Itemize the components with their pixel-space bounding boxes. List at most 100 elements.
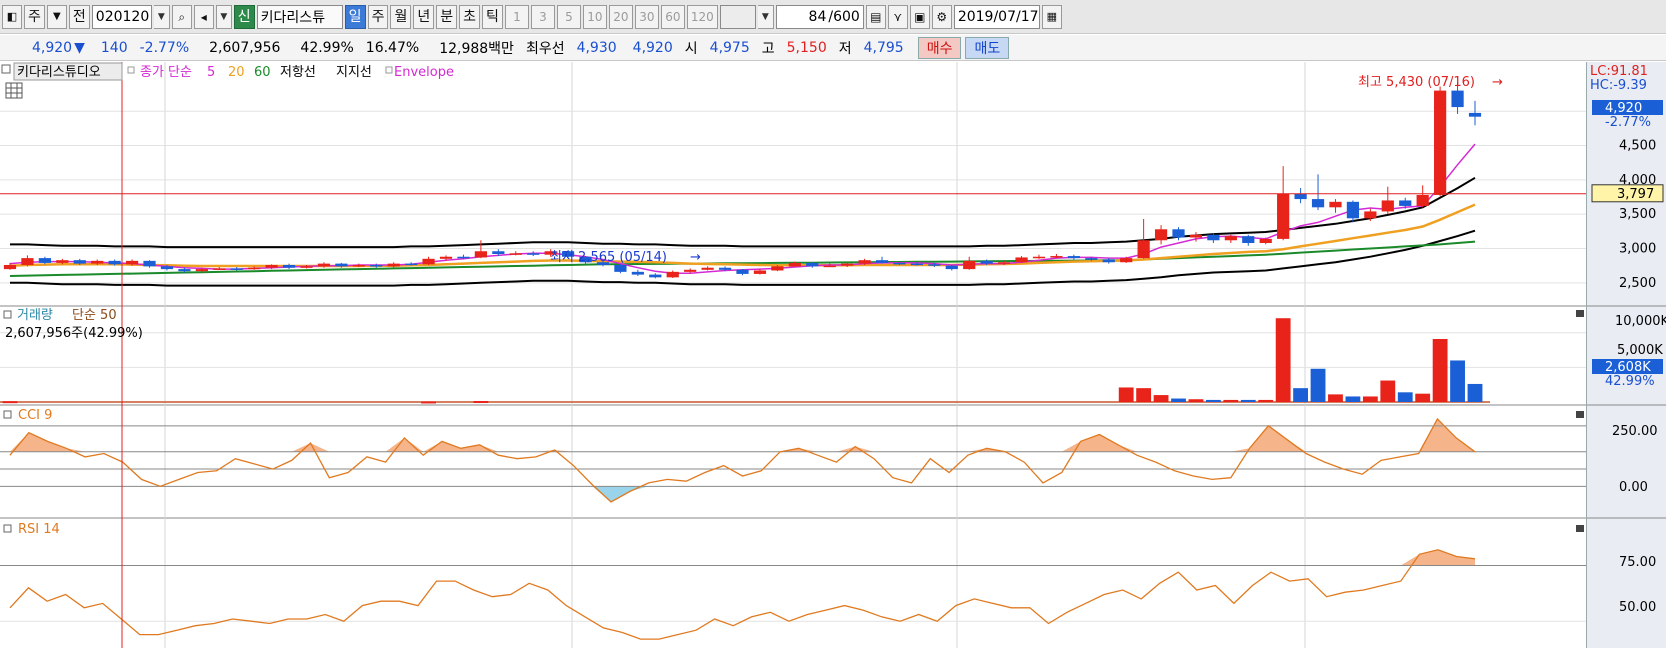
candle-body xyxy=(1434,90,1447,195)
chart-type-icon[interactable]: ▤ xyxy=(865,4,886,29)
save-icon[interactable]: ▣ xyxy=(909,4,930,29)
custom-period-dropdown-icon[interactable]: ▼ xyxy=(757,4,774,29)
volume-bar xyxy=(1293,388,1309,402)
candle-body xyxy=(1311,199,1325,208)
candle-body xyxy=(1154,229,1168,241)
candle-body xyxy=(1242,236,1255,244)
toolbar: ◧ 주 ▼ 전 020120 ▼ ⌕ ◂ ▼ 신 키다리스튜 일 주 월 년 분… xyxy=(0,0,1666,34)
chart-area[interactable]: 키다리스튜디오 종가 단순 5 20 60 저항선 지지선 Envelope 최… xyxy=(0,62,1586,648)
high-arrow-icon: → xyxy=(1492,75,1503,90)
period-tab-day[interactable]: 일 xyxy=(344,4,366,29)
legend-ma5: 5 xyxy=(207,65,215,80)
candle-body xyxy=(230,268,243,270)
volume-bar xyxy=(1328,394,1343,402)
period-tab-month[interactable]: 월 xyxy=(390,4,412,29)
new-stock-tag: 신 xyxy=(233,4,255,29)
current-price: 4,920 xyxy=(32,39,73,56)
chevron-down-icon[interactable]: ▼ xyxy=(46,4,67,29)
candle-body xyxy=(1364,211,1377,219)
candle-body xyxy=(509,253,522,255)
candle-body xyxy=(1224,236,1237,241)
period-tab-second[interactable]: 초 xyxy=(459,4,481,29)
legend-toggle-icon[interactable] xyxy=(127,66,135,74)
period-tab-minute[interactable]: 분 xyxy=(436,4,458,29)
candle-body xyxy=(1085,258,1098,260)
panel-collapse-icon[interactable] xyxy=(1,64,11,74)
lc-value: LC:91.81 xyxy=(1590,64,1648,79)
sound-icon[interactable]: ◂ xyxy=(193,4,214,29)
candle-body xyxy=(1207,234,1220,241)
sell-button[interactable]: 매도 xyxy=(965,36,1010,59)
minute-30-button[interactable]: 30 xyxy=(634,4,659,29)
period-tab-tick[interactable]: 틱 xyxy=(482,4,503,29)
envelope-toggle-icon[interactable] xyxy=(385,66,393,74)
candle-body xyxy=(614,264,627,272)
candle-body xyxy=(649,274,662,278)
count-value: 84 xyxy=(808,8,827,25)
volume-bar xyxy=(1310,368,1326,402)
settings-icon[interactable]: ⚙ xyxy=(931,4,952,29)
buy-button[interactable]: 매수 xyxy=(917,36,962,59)
legend-support: 지지선 xyxy=(336,65,372,80)
minute-10-button[interactable]: 10 xyxy=(582,4,607,29)
calendar-icon[interactable]: ▦ xyxy=(1041,4,1062,29)
volume-bar xyxy=(1345,396,1361,402)
volume-info: 2,607,956주(42.99%) xyxy=(5,326,143,341)
layout-icon[interactable]: ◧ xyxy=(2,4,22,29)
candle-body xyxy=(282,264,296,268)
candle-body xyxy=(980,260,993,264)
ask-price: 4,930 xyxy=(576,39,617,56)
date-input[interactable]: 2019/07/17 xyxy=(953,4,1040,29)
candle-body xyxy=(736,269,749,274)
sound-dropdown-icon[interactable]: ▼ xyxy=(215,4,232,29)
candle-body xyxy=(195,269,208,272)
cci-panel-close-icon[interactable] xyxy=(1576,411,1584,418)
cci-line xyxy=(9,417,1476,503)
minute-3-button[interactable]: 3 xyxy=(530,4,555,29)
candle-body xyxy=(893,262,906,265)
volume-bar xyxy=(473,401,489,404)
rsi-panel-icon[interactable] xyxy=(3,524,12,533)
chart-canvas[interactable]: 키다리스튜디오 종가 단순 5 20 60 저항선 지지선 Envelope 최… xyxy=(0,62,1586,648)
count-total: /600 xyxy=(828,8,860,25)
period-tab-week[interactable]: 주 xyxy=(367,4,389,29)
volume-panel-icon[interactable] xyxy=(3,310,12,319)
stock-code-input[interactable]: 020120 xyxy=(91,4,152,29)
cci-oversold-fill xyxy=(10,486,1475,502)
cci-panel-icon[interactable] xyxy=(3,410,12,419)
legend-ma-label: 종가 단순 xyxy=(140,65,192,80)
price-axis[interactable]: LC:91.81 HC:-9.39 4,500 4,000 3,500 3,000 2,… xyxy=(1586,62,1666,648)
current-price-axis: 4,920 xyxy=(1605,101,1642,116)
code-dropdown-icon[interactable]: ▼ xyxy=(153,4,170,29)
price-axis-label: 3,500 xyxy=(1619,207,1656,222)
volume-bar xyxy=(1223,399,1239,402)
rsi-panel-close-icon[interactable] xyxy=(1576,525,1584,532)
volume-bar xyxy=(1467,383,1483,402)
minute-60-button[interactable]: 60 xyxy=(660,4,685,29)
market-button[interactable]: 주 xyxy=(24,4,45,29)
candle-body xyxy=(928,264,941,266)
jeon-button[interactable]: 전 xyxy=(68,4,90,29)
volume-bar xyxy=(1397,392,1413,402)
custom-period-input[interactable] xyxy=(719,4,756,29)
volume-bar xyxy=(2,401,18,404)
minute-120-button[interactable]: 120 xyxy=(686,4,718,29)
candle-body xyxy=(753,270,767,274)
price-axis-label: 4,500 xyxy=(1619,139,1656,154)
search-icon[interactable]: ⌕ xyxy=(171,4,192,29)
volume-panel-close-icon[interactable] xyxy=(1576,310,1584,317)
minute-20-button[interactable]: 20 xyxy=(608,4,633,29)
quote-bar: 4,920 ▼ 140 -2.77% 2,607,956 42.99% 16.4… xyxy=(0,35,1666,61)
minute-5-button[interactable]: 5 xyxy=(556,4,581,29)
volume-bar xyxy=(421,401,436,404)
minute-1-button[interactable]: 1 xyxy=(504,4,529,29)
candle-body xyxy=(422,258,435,265)
candle-body xyxy=(527,253,540,255)
candle-body xyxy=(387,263,400,267)
count-input[interactable]: 84/600 xyxy=(775,4,864,29)
stock-name-field: 키다리스튜 xyxy=(256,4,343,29)
period-tab-year[interactable]: 년 xyxy=(413,4,435,29)
compare-icon[interactable]: ⋎ xyxy=(887,4,908,29)
table-view-icon[interactable] xyxy=(5,82,23,99)
candle-body xyxy=(858,260,871,264)
